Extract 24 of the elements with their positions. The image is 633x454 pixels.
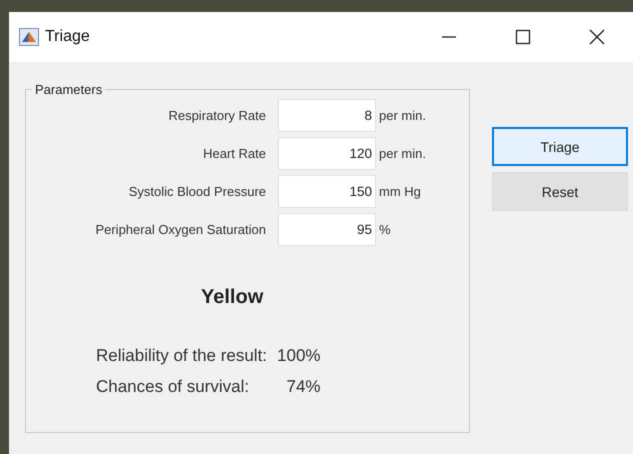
input-field[interactable]: 150 [278, 175, 376, 208]
unit-label: per min. [378, 146, 426, 161]
triage-result: Yellow [201, 286, 264, 309]
action-button[interactable]: Reset [492, 172, 628, 211]
stat-value: 74% [285, 377, 321, 397]
field-label: Heart Rate [202, 146, 267, 161]
unit-label: per min. [378, 108, 426, 123]
action-button[interactable]: Triage [492, 127, 628, 166]
app-icon [19, 28, 39, 46]
window-title: Triage [45, 28, 90, 46]
stat-label: Chances of survival: [96, 377, 250, 397]
input-field[interactable]: 8 [278, 99, 376, 132]
maximize-icon[interactable] [515, 29, 531, 45]
input-field[interactable]: 120 [278, 137, 376, 170]
panel-title: Parameters [32, 82, 106, 97]
stat-value: 100% [277, 346, 321, 366]
unit-label: % [378, 222, 391, 237]
field-label: Peripheral Oxygen Saturation [94, 222, 267, 237]
input-field[interactable]: 95 [278, 213, 376, 246]
unit-label: mm Hg [378, 184, 421, 199]
stat-label: Reliability of the result: [96, 346, 268, 366]
close-icon[interactable] [589, 29, 605, 45]
field-label: Respiratory Rate [167, 108, 267, 123]
field-label: Systolic Blood Pressure [128, 184, 267, 199]
